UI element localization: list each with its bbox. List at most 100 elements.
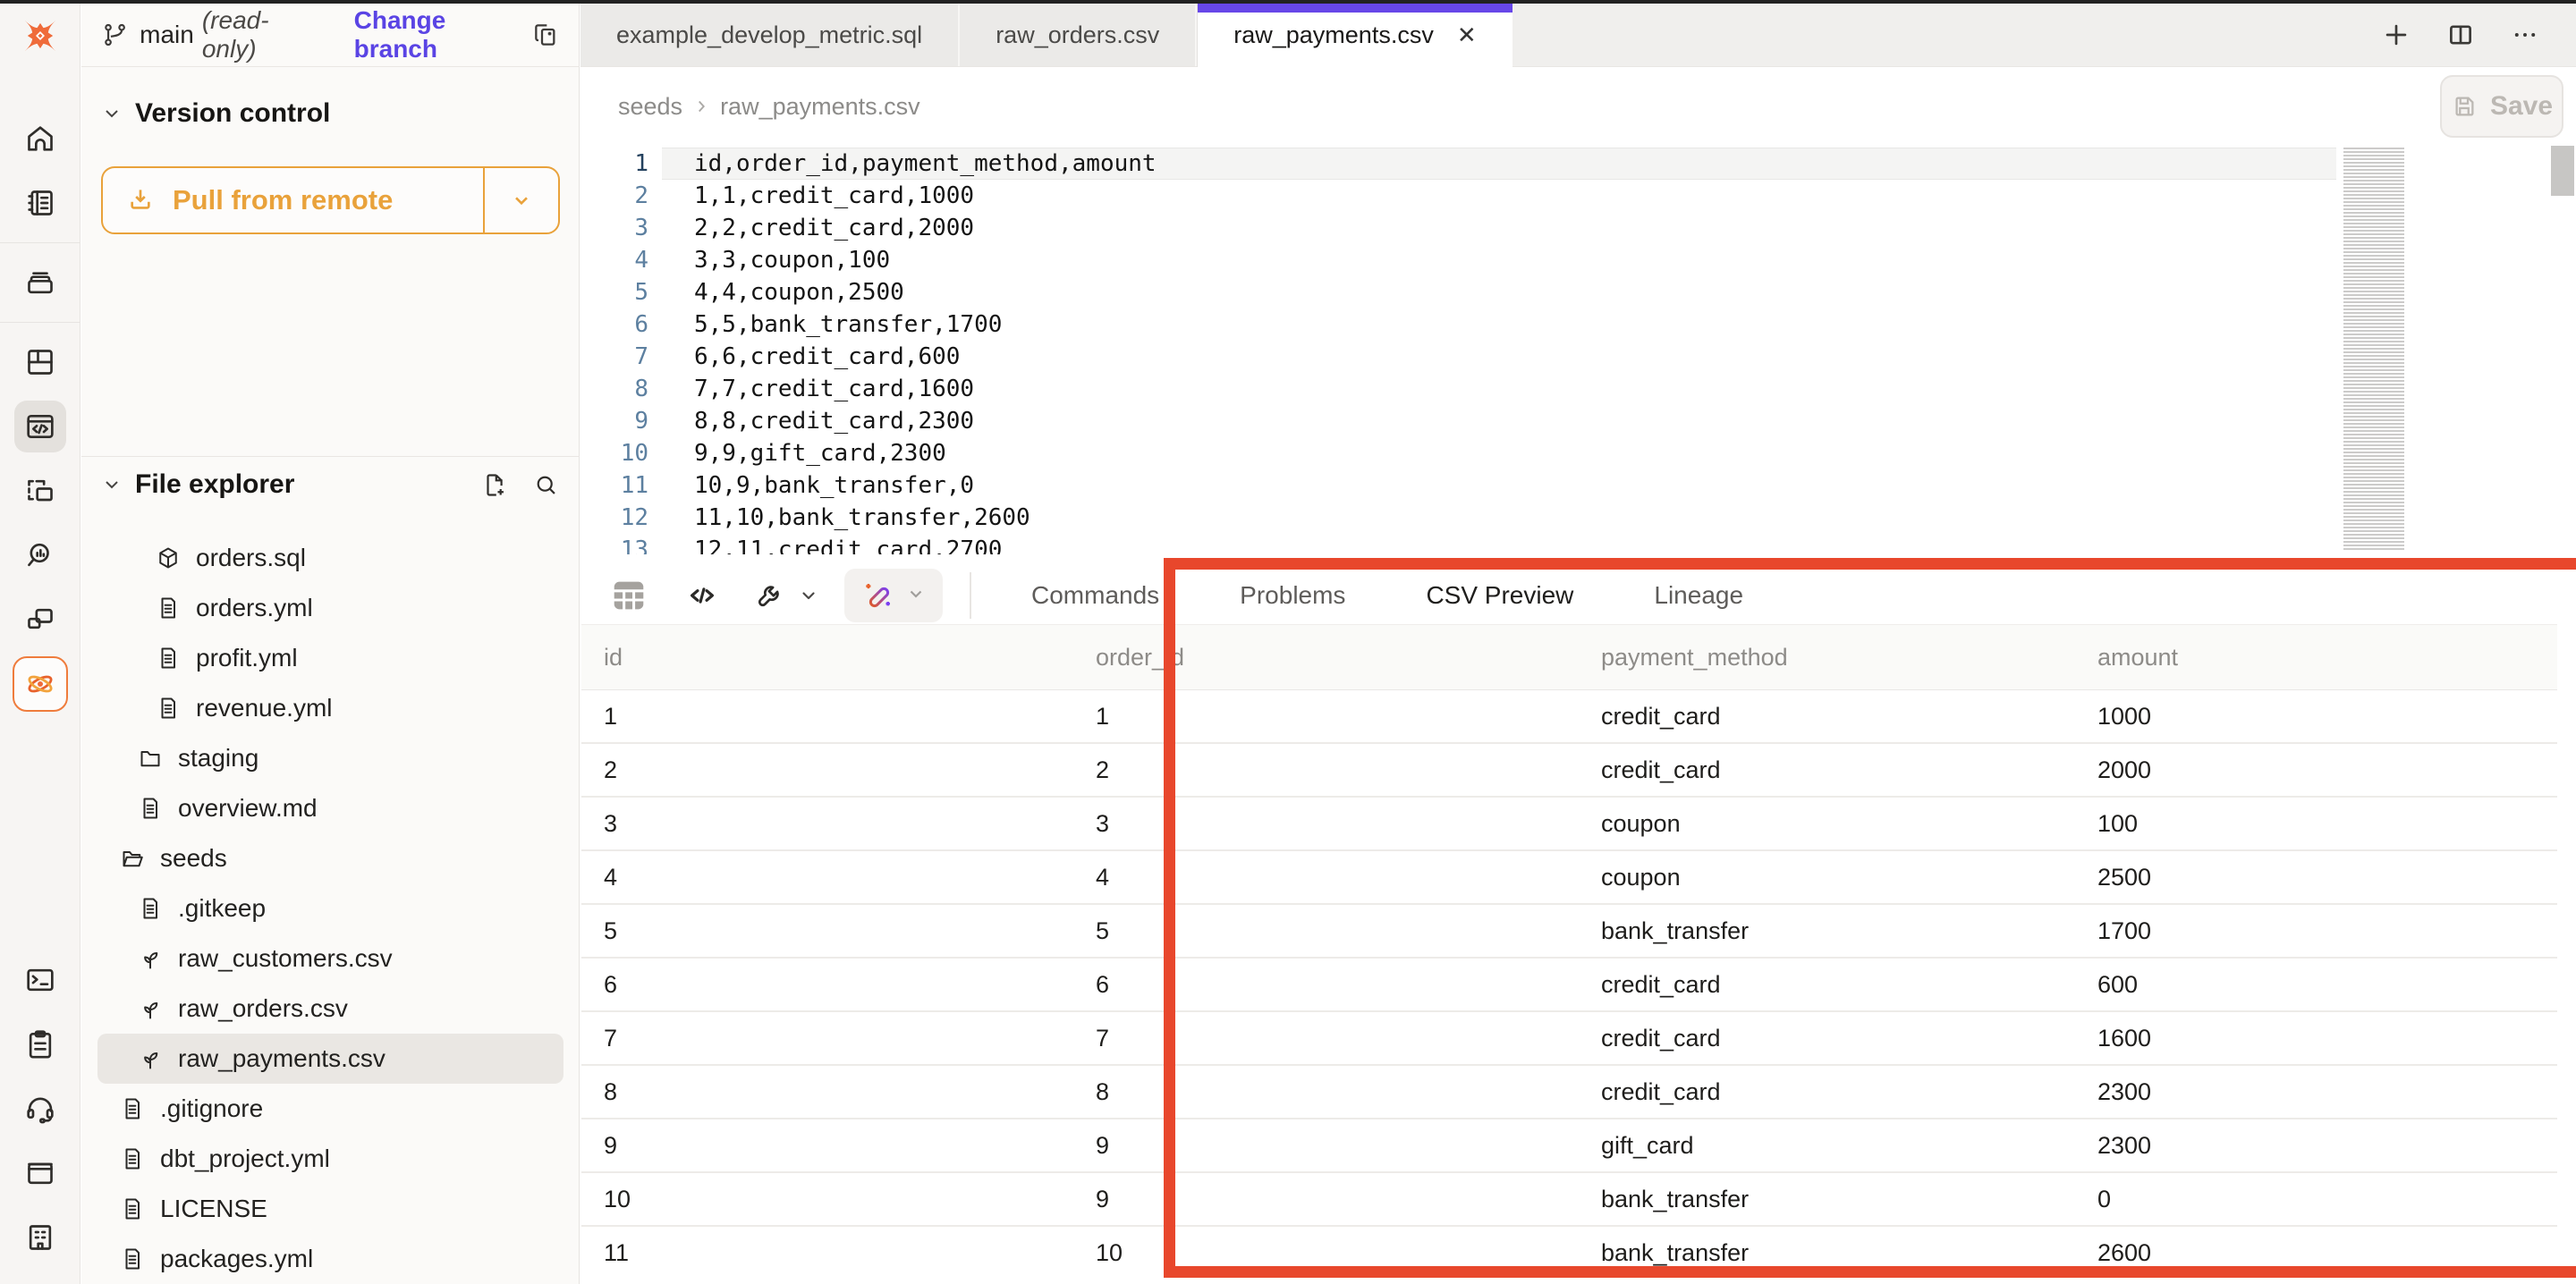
file-row-seeds[interactable]: seeds xyxy=(97,833,564,883)
table-cell: 3 xyxy=(581,810,1073,838)
code-line[interactable]: 7,7,credit_card,1600 xyxy=(662,373,2336,405)
file-row-.gitignore[interactable]: .gitignore xyxy=(97,1084,564,1134)
change-branch-link[interactable]: Change branch xyxy=(354,6,531,63)
table-row: 22credit_card2000 xyxy=(581,744,2557,798)
table-cell: coupon xyxy=(1579,810,2075,838)
file-row-staging[interactable]: staging xyxy=(97,733,564,783)
table-cell: credit_card xyxy=(1579,756,2075,784)
split-editor-icon[interactable] xyxy=(2445,20,2476,50)
window-top-edge xyxy=(0,0,2576,4)
file-row-orders.sql[interactable]: orders.sql xyxy=(97,533,564,583)
sidebar-item-organization[interactable] xyxy=(0,1205,80,1270)
table-cell: 600 xyxy=(2075,971,2557,999)
file-name: LICENSE xyxy=(160,1195,267,1223)
code-line[interactable]: 5,5,bank_transfer,1700 xyxy=(662,308,2336,341)
file-explorer-header[interactable]: File explorer xyxy=(81,463,580,506)
code-line[interactable]: 6,6,credit_card,600 xyxy=(662,341,2336,373)
file-name: profit.yml xyxy=(196,644,298,672)
code-editor[interactable]: 12345678910111213 id,order_id,payment_me… xyxy=(580,146,2576,560)
panel-tab-lineage[interactable]: Lineage xyxy=(1614,567,1784,624)
file-row-LICENSE[interactable]: LICENSE xyxy=(97,1184,564,1234)
code-line[interactable]: 9,9,gift_card,2300 xyxy=(662,437,2336,469)
table-row: 66credit_card600 xyxy=(581,959,2557,1012)
table-cell: gift_card xyxy=(1579,1132,2075,1160)
sidebar-item-clipboard[interactable] xyxy=(0,1012,80,1077)
sidebar-item-canvas[interactable] xyxy=(0,459,80,523)
sidebar-item-home[interactable] xyxy=(0,106,80,171)
file-row-.gitkeep[interactable]: .gitkeep xyxy=(97,883,564,933)
file-row-overview.md[interactable]: overview.md xyxy=(97,783,564,833)
search-icon[interactable] xyxy=(532,471,560,499)
file-row-orders.yml[interactable]: orders.yml xyxy=(97,583,564,633)
code-line[interactable]: 11,10,bank_transfer,2600 xyxy=(662,502,2336,534)
build-tools-button[interactable] xyxy=(755,579,787,612)
sidebar-item-support[interactable] xyxy=(0,1077,80,1141)
breadcrumb-folder[interactable]: seeds xyxy=(618,93,682,121)
branch-mode: (read-only) xyxy=(202,6,320,63)
sidebar-item-windows[interactable] xyxy=(0,587,80,652)
code-line[interactable]: 10,9,bank_transfer,0 xyxy=(662,469,2336,502)
code-lines[interactable]: id,order_id,payment_method,amount1,1,cre… xyxy=(662,148,2336,560)
new-file-icon[interactable] xyxy=(481,471,509,499)
inbox-icon xyxy=(22,265,58,300)
code-line[interactable]: 1,1,credit_card,1000 xyxy=(662,180,2336,212)
table-cell: 8 xyxy=(1073,1078,1579,1106)
sidebar-item-ide[interactable] xyxy=(0,394,80,459)
file-row-profit.yml[interactable]: profit.yml xyxy=(97,633,564,683)
copy-branch-button[interactable] xyxy=(531,21,560,49)
code-view-button[interactable] xyxy=(685,579,719,612)
code-line[interactable]: 3,3,coupon,100 xyxy=(662,244,2336,276)
minimap[interactable] xyxy=(2343,148,2404,552)
new-tab-icon[interactable] xyxy=(2381,20,2411,50)
close-tab-icon[interactable]: ✕ xyxy=(1457,21,1477,49)
branch-name: main xyxy=(140,21,194,49)
ai-fix-button[interactable] xyxy=(844,569,943,622)
code-line[interactable]: 4,4,coupon,2500 xyxy=(662,276,2336,308)
table-cell: 10 xyxy=(1073,1239,1579,1267)
more-options-icon[interactable] xyxy=(2510,20,2540,50)
table-cell: credit_card xyxy=(1579,1025,2075,1052)
save-button[interactable]: Save xyxy=(2440,75,2563,138)
editor-tab-example_develop_metric.sql[interactable]: example_develop_metric.sql xyxy=(580,4,960,66)
file-row-raw_orders.csv[interactable]: raw_orders.csv xyxy=(97,984,564,1034)
file-row-dbt_project.yml[interactable]: dbt_project.yml xyxy=(97,1134,564,1184)
sidebar-item-query[interactable] xyxy=(0,523,80,587)
editor-scrollbar[interactable] xyxy=(2551,146,2574,196)
folder-icon xyxy=(137,745,164,772)
breadcrumb-file: raw_payments.csv xyxy=(720,93,920,121)
table-cell: bank_transfer xyxy=(1579,1239,2075,1267)
sidebar-item-browser[interactable] xyxy=(0,1141,80,1205)
file-name: .gitkeep xyxy=(178,894,266,923)
panel-tab-problems[interactable]: Problems xyxy=(1199,567,1385,624)
clipboard-icon xyxy=(22,1026,58,1062)
version-control-header[interactable]: Version control xyxy=(81,92,580,135)
sidebar-item-docs[interactable] xyxy=(0,171,80,235)
editor-tab-raw_payments.csv[interactable]: raw_payments.csv✕ xyxy=(1197,4,1512,67)
line-number: 5 xyxy=(580,276,648,308)
editor-tab-raw_orders.csv[interactable]: raw_orders.csv xyxy=(960,4,1197,66)
file-row-raw_payments.csv[interactable]: raw_payments.csv xyxy=(97,1034,564,1084)
table-cell: bank_transfer xyxy=(1579,1186,2075,1213)
chevron-down-icon xyxy=(510,189,533,212)
file-row-raw_customers.csv[interactable]: raw_customers.csv xyxy=(97,933,564,984)
file-row-packages.yml[interactable]: packages.yml xyxy=(97,1234,564,1284)
file-row-revenue.yml[interactable]: revenue.yml xyxy=(97,683,564,733)
panel-divider xyxy=(81,456,580,457)
code-line[interactable]: id,order_id,payment_method,amount xyxy=(662,148,2336,180)
pull-from-remote-button[interactable]: Pull from remote xyxy=(101,166,560,234)
activity-bar xyxy=(0,4,80,1284)
table-preview-button[interactable] xyxy=(608,575,649,616)
code-line[interactable]: 2,2,credit_card,2000 xyxy=(662,212,2336,244)
panel-tab-csv-preview[interactable]: CSV Preview xyxy=(1385,567,1614,624)
code-line[interactable]: 8,8,credit_card,2300 xyxy=(662,405,2336,437)
pull-options-caret[interactable] xyxy=(483,168,558,232)
document-icon xyxy=(119,1095,146,1122)
sidebar-item-fusion[interactable] xyxy=(0,652,80,716)
sidebar-item-terminal[interactable] xyxy=(0,948,80,1012)
panel-tab-commands[interactable]: Commands xyxy=(991,567,1199,624)
line-number: 11 xyxy=(580,469,648,502)
build-tools-caret[interactable] xyxy=(798,585,819,606)
pull-from-remote-main[interactable]: Pull from remote xyxy=(103,168,483,232)
sidebar-item-dashboard[interactable] xyxy=(0,330,80,394)
sidebar-item-inbox[interactable] xyxy=(0,250,80,315)
